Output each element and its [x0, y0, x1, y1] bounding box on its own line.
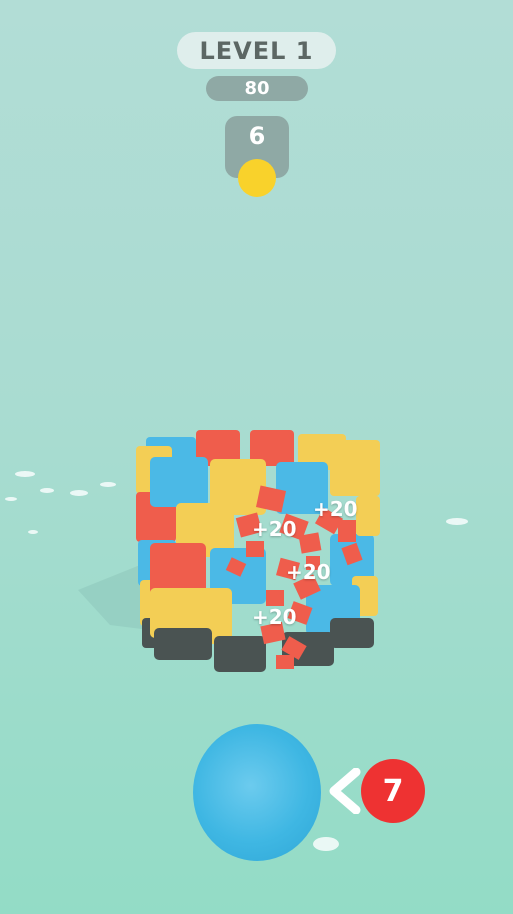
- floating-score: +20: [252, 605, 297, 629]
- chevron-left-icon: [329, 768, 361, 814]
- ammo-badge: 7: [361, 759, 425, 823]
- player-ball[interactable]: [193, 724, 321, 861]
- ammo-count: 7: [382, 773, 404, 809]
- floating-score: +20: [286, 560, 331, 584]
- floating-score: +20: [313, 497, 358, 521]
- floating-score: +20: [252, 517, 297, 541]
